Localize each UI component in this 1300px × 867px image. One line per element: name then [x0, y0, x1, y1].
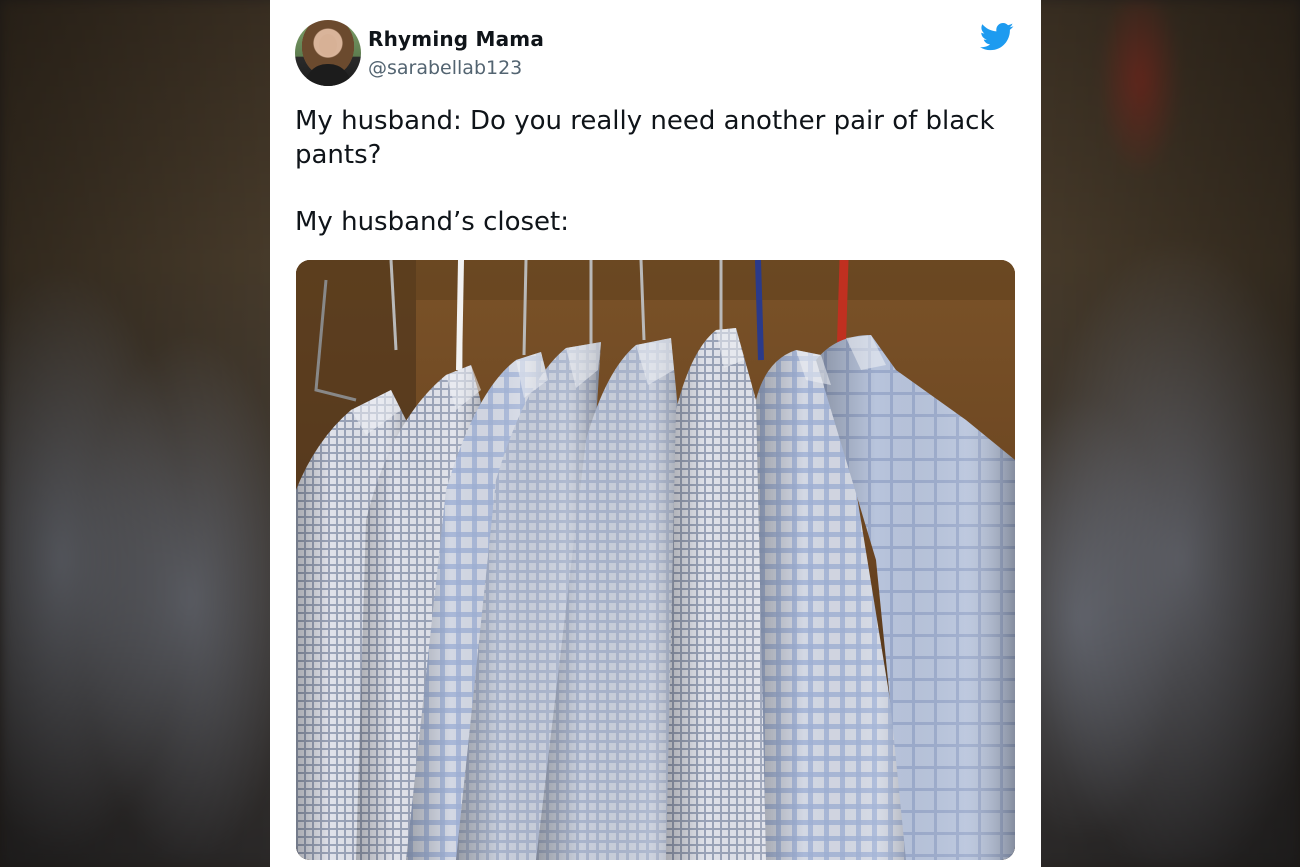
tweet-text-line-1: My husband: Do you really need another p… [295, 106, 995, 170]
tweet-text-line-2: My husband’s closet: [295, 207, 570, 237]
closet-photo [296, 260, 1015, 860]
twitter-bird-icon[interactable] [980, 22, 1014, 52]
avatar[interactable] [295, 20, 361, 86]
tweet-photo[interactable] [296, 260, 1015, 860]
tweet-text: My husband: Do you really need another p… [295, 104, 1015, 239]
tweet-card[interactable]: Rhyming Mama @sarabellab123 My husband: … [270, 0, 1041, 867]
background-shade-left [0, 0, 270, 867]
avatar-shoulders [305, 64, 351, 86]
avatar-face [319, 34, 337, 56]
screenshot-stage: Rhyming Mama @sarabellab123 My husband: … [0, 0, 1300, 867]
author-handle[interactable]: @sarabellab123 [368, 57, 522, 79]
background-shade-right [1040, 0, 1300, 867]
author-name[interactable]: Rhyming Mama [368, 27, 544, 51]
